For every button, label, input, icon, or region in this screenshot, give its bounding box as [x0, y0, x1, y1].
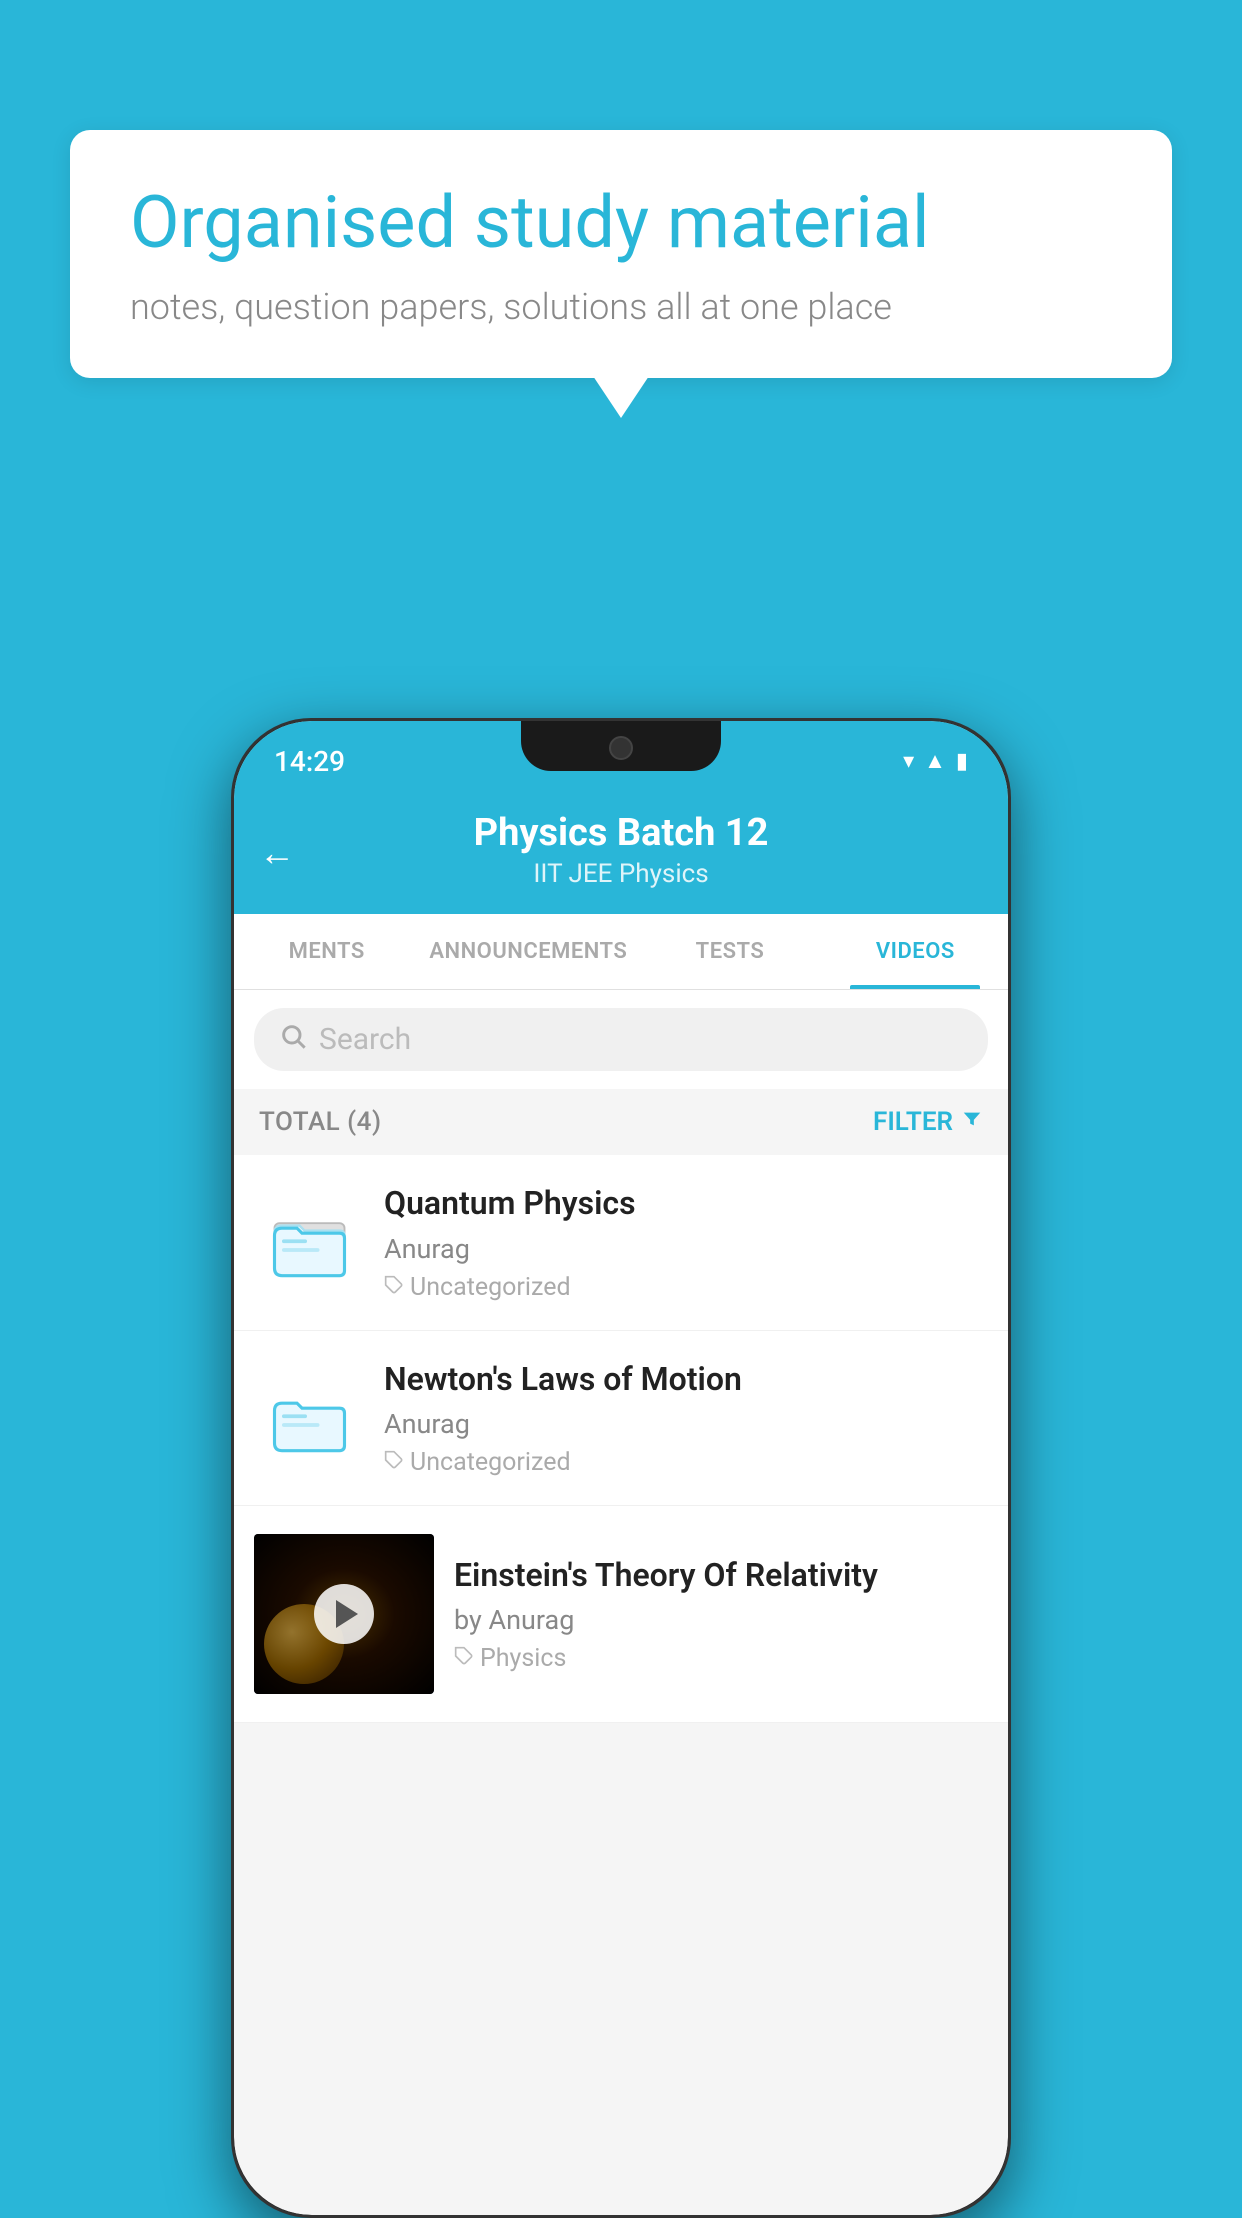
- folder-icon: [272, 1205, 347, 1280]
- batch-subtitle: IIT JEE Physics: [264, 859, 978, 889]
- batch-title: Physics Batch 12: [264, 811, 978, 855]
- tag-text: Uncategorized: [410, 1448, 571, 1477]
- battery-icon: ▮: [956, 749, 968, 774]
- video-thumbnail: [254, 1534, 434, 1694]
- video-info: Einstein's Theory Of Relativity by Anura…: [454, 1555, 988, 1674]
- tab-videos[interactable]: VIDEOS: [823, 914, 1008, 989]
- filter-icon: [961, 1107, 983, 1137]
- total-count: TOTAL (4): [259, 1107, 382, 1137]
- tag-icon: [454, 1644, 474, 1673]
- folder-icon-wrap: [254, 1380, 364, 1455]
- folder-icon-wrap: [254, 1205, 364, 1280]
- phone-device: 14:29 ▾ ▲ ▮ ← Physics Batch 12 IIT JEE P…: [231, 718, 1011, 2218]
- back-button[interactable]: ←: [259, 832, 295, 874]
- phone-notch: [521, 721, 721, 771]
- signal-icon: ▲: [924, 748, 946, 774]
- filter-label: FILTER: [873, 1107, 953, 1137]
- tag-icon: [384, 1448, 404, 1477]
- wifi-icon: ▾: [903, 749, 914, 774]
- phone-screen: 14:29 ▾ ▲ ▮ ← Physics Batch 12 IIT JEE P…: [234, 721, 1008, 2215]
- tag-text: Physics: [480, 1644, 566, 1673]
- video-list: Quantum Physics Anurag Uncategorized: [234, 1155, 1008, 1723]
- search-icon: [279, 1022, 307, 1057]
- video-author: Anurag: [384, 1233, 988, 1265]
- status-time: 14:29: [274, 745, 345, 778]
- speech-bubble-subtitle: notes, question papers, solutions all at…: [130, 286, 1112, 328]
- filter-bar: TOTAL (4) FILTER: [234, 1089, 1008, 1155]
- speech-bubble-title: Organised study material: [130, 180, 1112, 266]
- status-icons: ▾ ▲ ▮: [903, 748, 968, 774]
- video-author: by Anurag: [454, 1604, 988, 1636]
- video-title: Newton's Laws of Motion: [384, 1359, 988, 1401]
- search-placeholder: Search: [319, 1022, 411, 1057]
- tabs-bar: MENTS ANNOUNCEMENTS TESTS VIDEOS: [234, 914, 1008, 990]
- folder-icon: [272, 1380, 347, 1455]
- tab-announcements[interactable]: ANNOUNCEMENTS: [419, 914, 637, 989]
- speech-bubble: Organised study material notes, question…: [70, 130, 1172, 378]
- search-bar[interactable]: Search: [254, 1008, 988, 1071]
- list-item[interactable]: Einstein's Theory Of Relativity by Anura…: [234, 1506, 1008, 1723]
- play-button[interactable]: [314, 1584, 374, 1644]
- speech-bubble-container: Organised study material notes, question…: [70, 130, 1172, 378]
- tab-ments[interactable]: MENTS: [234, 914, 419, 989]
- tab-tests[interactable]: TESTS: [637, 914, 822, 989]
- tag-text: Uncategorized: [410, 1273, 571, 1302]
- filter-button[interactable]: FILTER: [873, 1107, 983, 1137]
- search-container: Search: [234, 990, 1008, 1089]
- list-item[interactable]: Newton's Laws of Motion Anurag Uncategor…: [234, 1331, 1008, 1507]
- video-tag: Physics: [454, 1644, 988, 1673]
- video-title: Einstein's Theory Of Relativity: [454, 1555, 988, 1597]
- play-triangle-icon: [336, 1600, 358, 1628]
- video-tag: Uncategorized: [384, 1448, 988, 1477]
- app-header: ← Physics Batch 12 IIT JEE Physics: [234, 791, 1008, 914]
- front-camera: [609, 736, 633, 760]
- list-item[interactable]: Quantum Physics Anurag Uncategorized: [234, 1155, 1008, 1331]
- video-info: Quantum Physics Anurag Uncategorized: [384, 1183, 988, 1302]
- video-info: Newton's Laws of Motion Anurag Uncategor…: [384, 1359, 988, 1478]
- video-author: Anurag: [384, 1408, 988, 1440]
- tag-icon: [384, 1273, 404, 1302]
- video-tag: Uncategorized: [384, 1273, 988, 1302]
- video-title: Quantum Physics: [384, 1183, 988, 1225]
